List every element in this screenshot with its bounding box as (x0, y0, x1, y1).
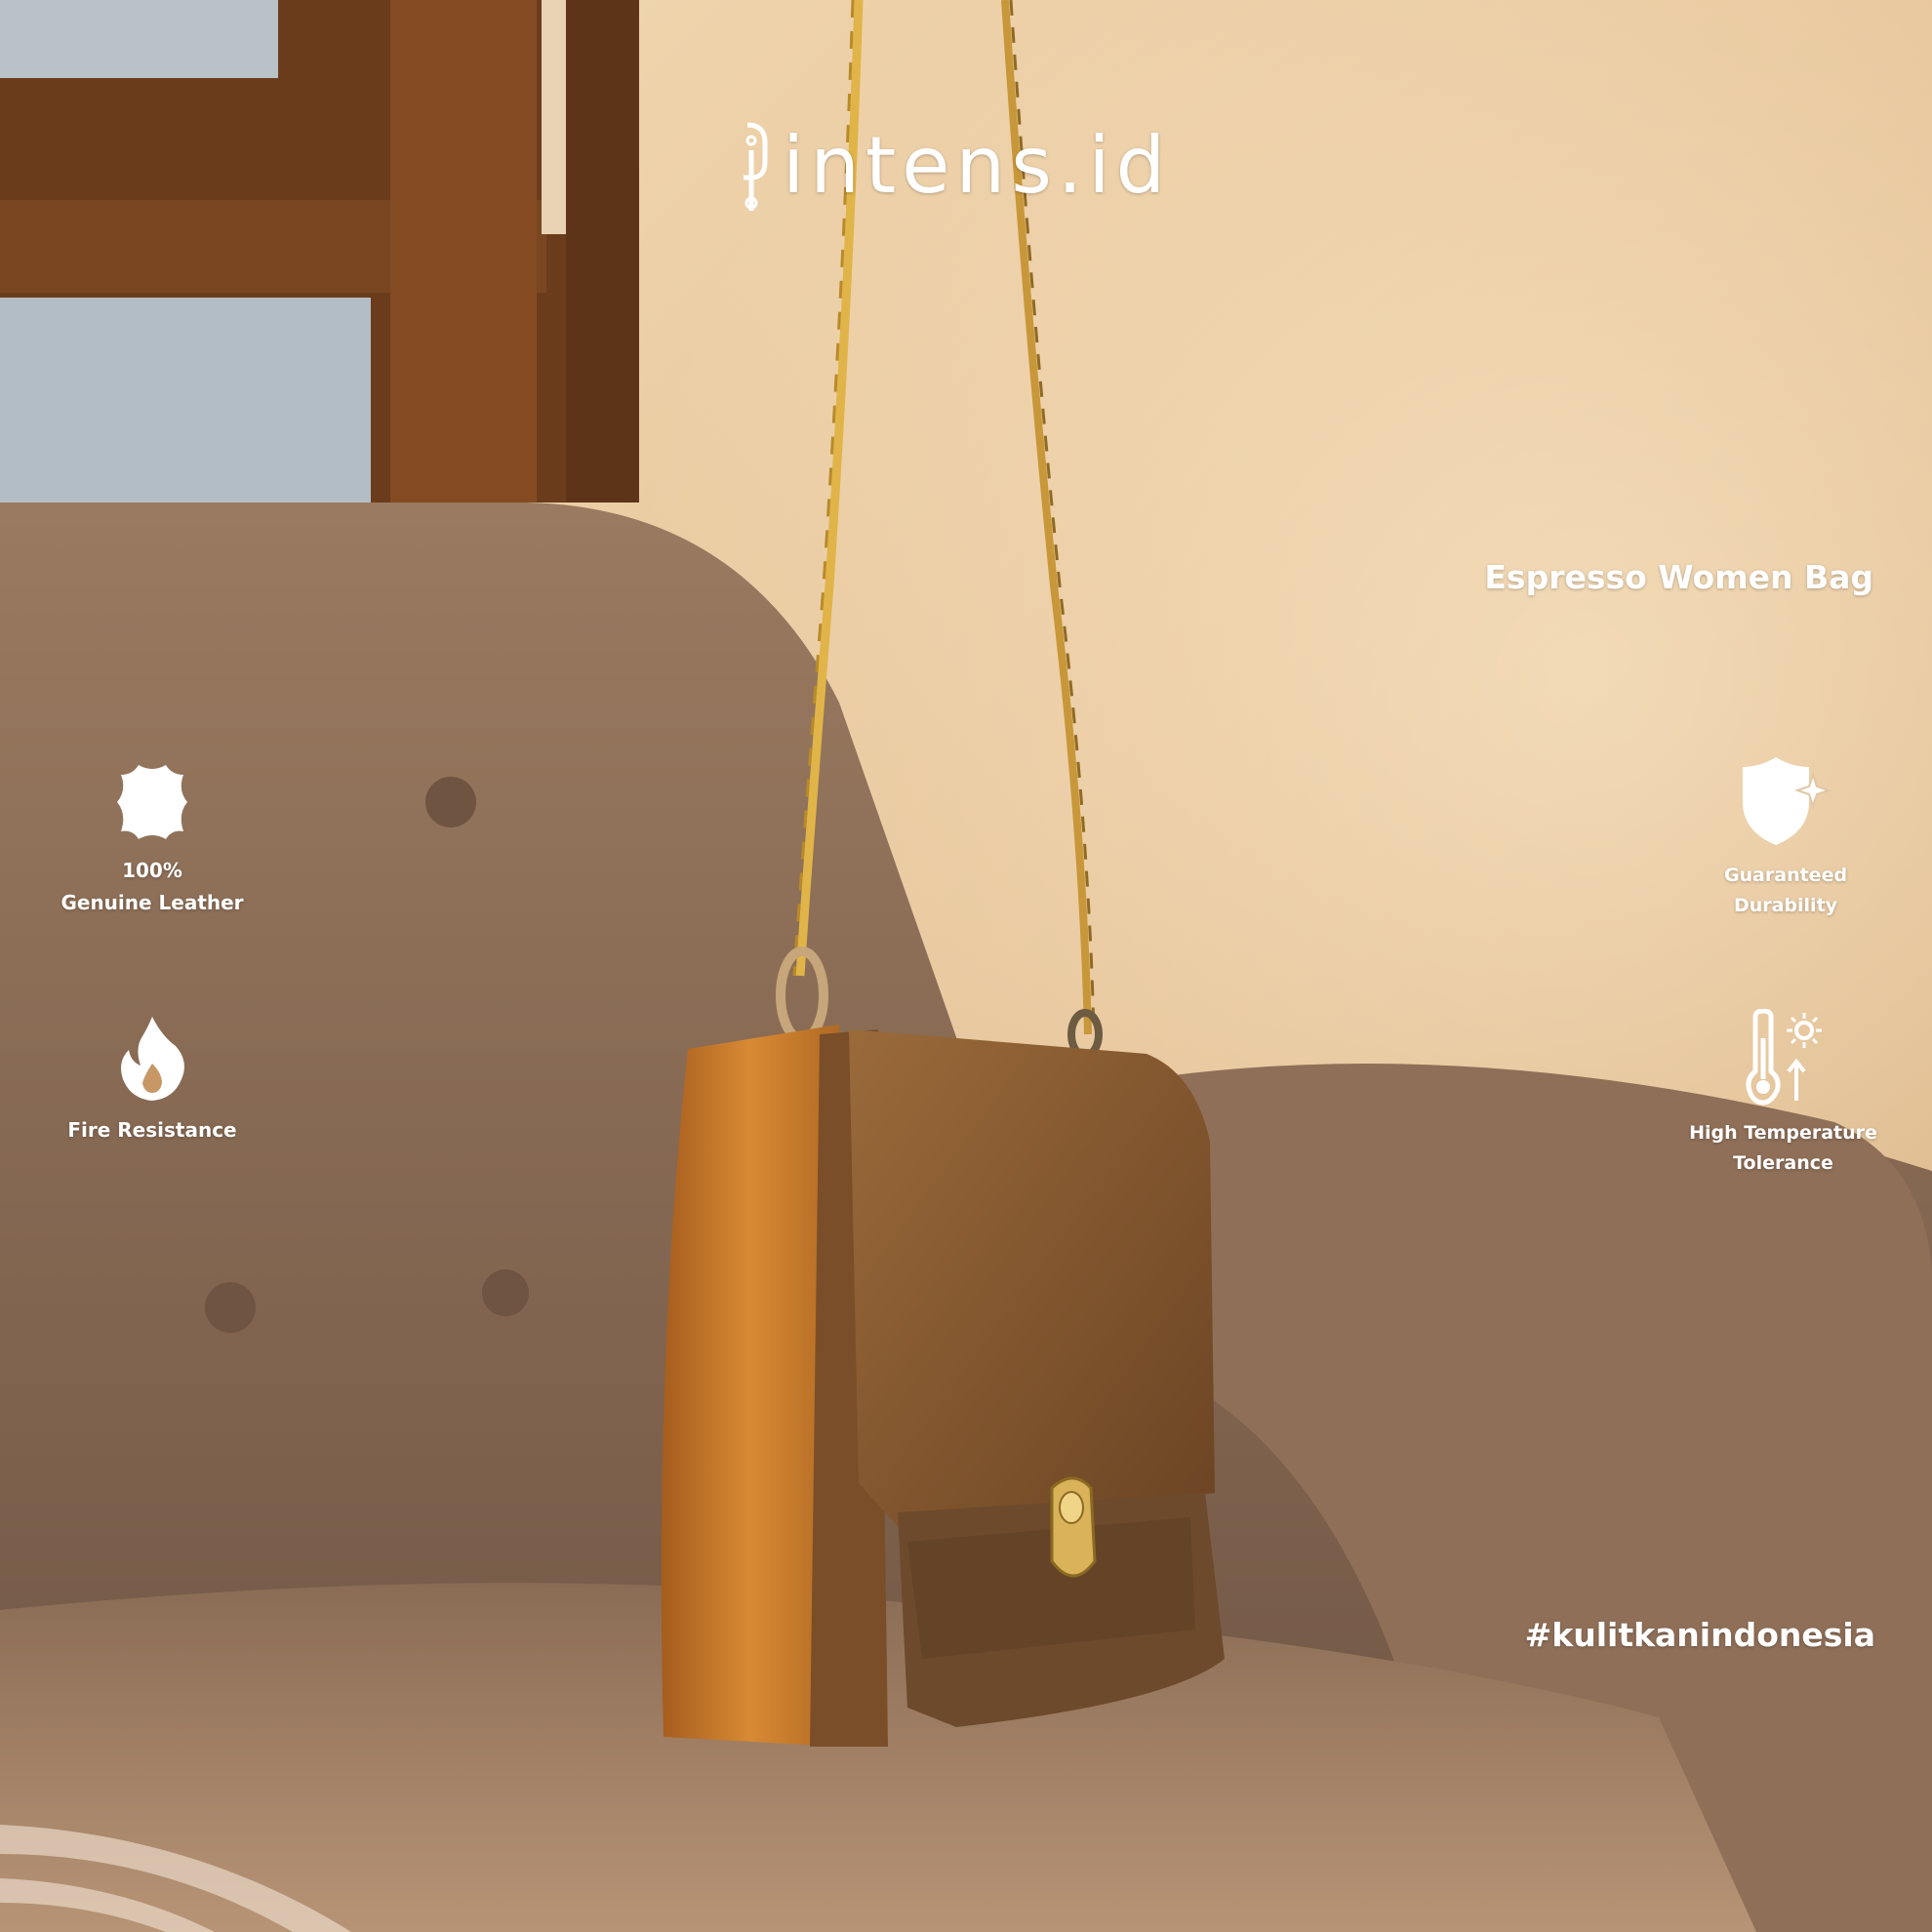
logo-icon (744, 122, 768, 211)
hashtag: #kulitkanindonesia (1524, 1616, 1875, 1654)
feature-line-2: Tolerance (1733, 1152, 1833, 1174)
thermometer-sun-icon (1745, 1009, 1822, 1106)
bag (661, 1025, 1225, 1747)
sofa-button (482, 1269, 529, 1316)
product-title: Espresso Women Bag (1484, 558, 1873, 596)
shield-sparkle-icon (1743, 757, 1832, 845)
feature-high-temperature-tolerance: High Temperature Tolerance (1673, 1009, 1893, 1179)
window-frame (0, 0, 639, 503)
sofa-button (425, 777, 476, 827)
feature-genuine-leather: 100% Genuine Leather (55, 761, 250, 919)
leather-hide-icon (117, 765, 187, 839)
sofa-button (205, 1282, 256, 1333)
feature-line-1: High Temperature (1689, 1122, 1877, 1144)
feature-fire-resistance: Fire Resistance (55, 1015, 250, 1147)
feature-guaranteed-durability: Guaranteed Durability (1688, 753, 1883, 921)
flame-icon (121, 1017, 184, 1101)
feature-line-1: 100% (122, 859, 182, 882)
feature-line-2: Genuine Leather (60, 891, 244, 914)
feature-line-2: Durability (1733, 895, 1838, 916)
brand-logo-text: intens.id (783, 120, 1172, 211)
feature-line-1: Guaranteed (1723, 865, 1848, 886)
feature-line-1: Fire Resistance (67, 1118, 237, 1142)
